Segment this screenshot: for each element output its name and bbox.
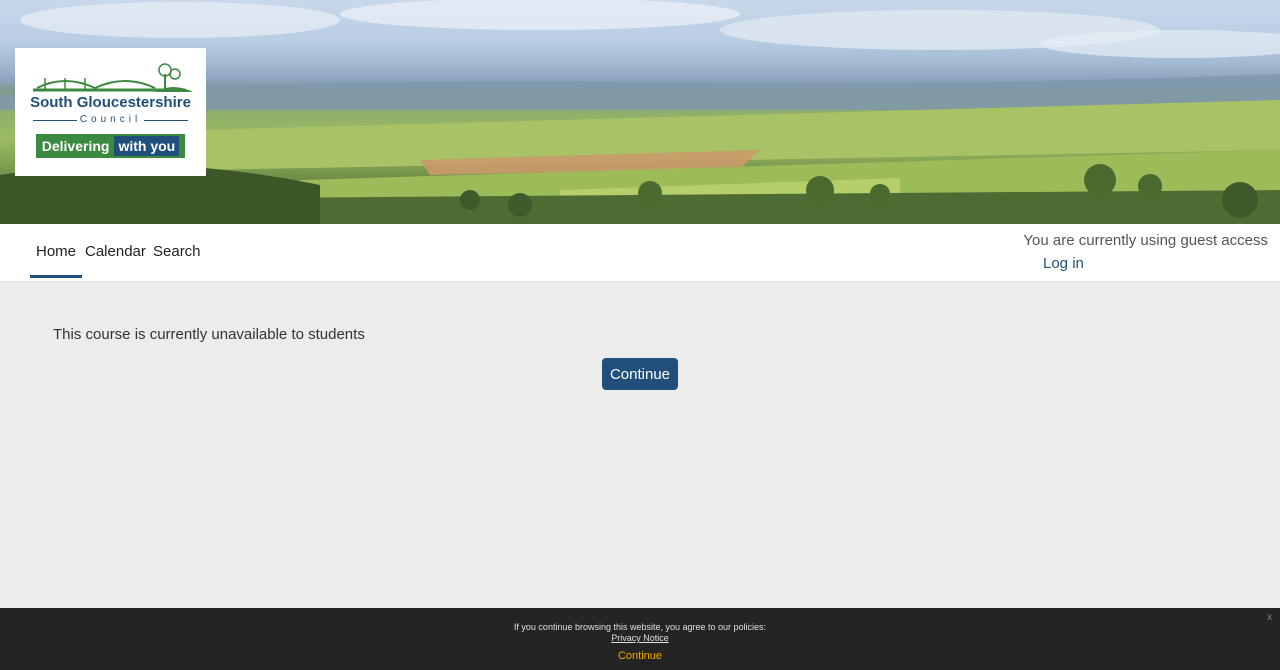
nav-calendar[interactable]: Calendar <box>85 243 146 260</box>
login-link[interactable]: Log in <box>1043 255 1084 272</box>
logo-rule-right <box>144 120 188 121</box>
council-logo[interactable]: South Gloucestershire Council Delivering… <box>15 48 206 176</box>
header-banner: South Gloucestershire Council Delivering… <box>0 0 1280 224</box>
continue-button[interactable]: Continue <box>602 358 678 390</box>
primary-navigation: Home Calendar Search You are currently u… <box>0 224 1280 282</box>
tagline-part1: Delivering <box>41 138 110 154</box>
bridge-tree-icon <box>33 63 193 92</box>
course-unavailable-message: This course is currently unavailable to … <box>53 326 365 343</box>
privacy-notice-link[interactable]: Privacy Notice <box>0 633 1280 643</box>
logo-title: South Gloucestershire <box>30 94 191 111</box>
policy-banner: If you continue browsing this website, y… <box>0 608 1280 670</box>
policy-text: If you continue browsing this website, y… <box>513 622 767 632</box>
tagline-part2: with you <box>114 136 180 156</box>
nav-home[interactable]: Home <box>29 243 83 278</box>
close-icon[interactable]: x <box>1267 612 1272 623</box>
policy-continue-link[interactable]: Continue <box>0 650 1280 662</box>
guest-access-notice: You are currently using guest access <box>1023 232 1268 249</box>
nav-search[interactable]: Search <box>153 243 201 260</box>
logo-tagline: Delivering with you <box>36 134 185 158</box>
